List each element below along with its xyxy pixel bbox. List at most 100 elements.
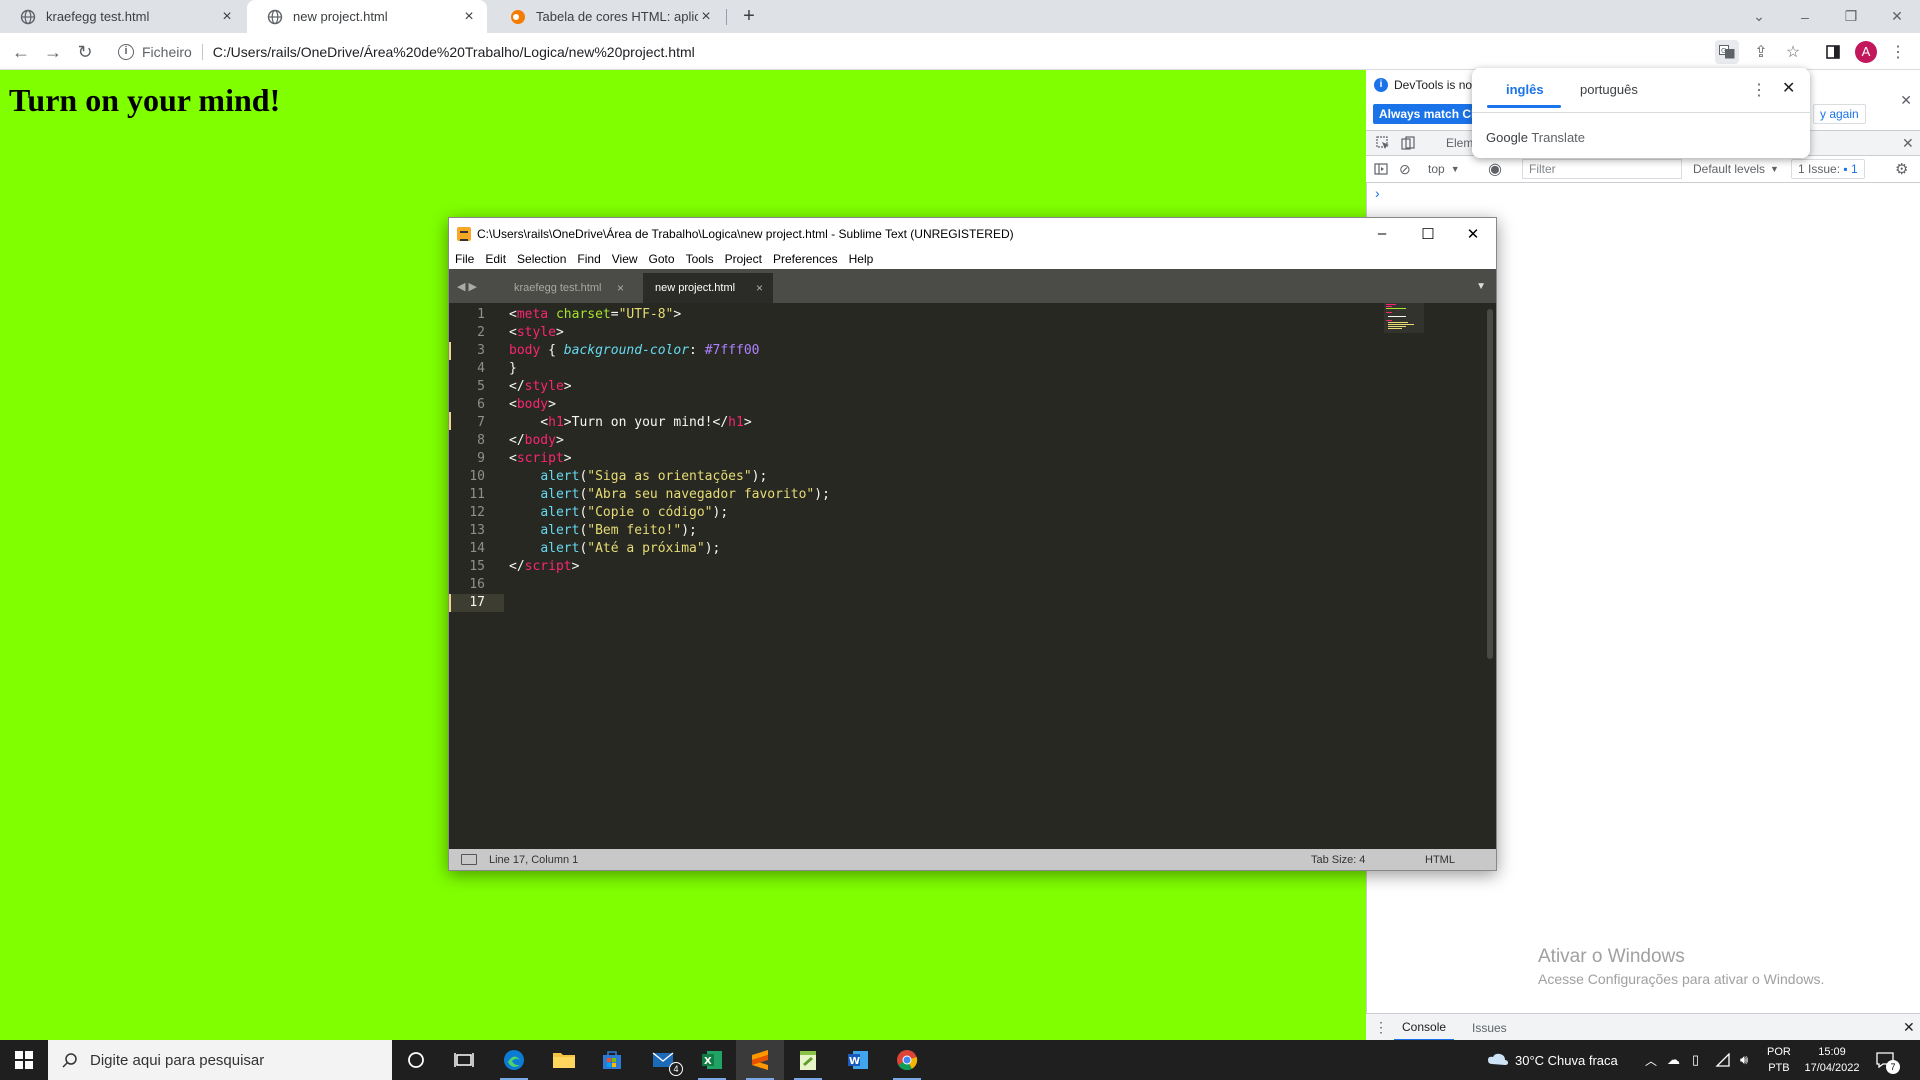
sidebar-toggle-icon[interactable] <box>1374 156 1388 182</box>
console-prompt[interactable]: › <box>1375 185 1380 201</box>
new-tab-plus-icon[interactable]: + <box>738 6 760 28</box>
notification-center-icon[interactable]: 7 <box>1876 1040 1900 1080</box>
minimize-icon[interactable]: – <box>1359 218 1405 249</box>
console-toggle-icon[interactable] <box>461 854 477 865</box>
close-icon[interactable]: × <box>617 281 624 295</box>
menu-selection[interactable]: Selection <box>517 252 566 266</box>
maximize-icon[interactable]: ☐ <box>1405 218 1451 249</box>
mail-icon[interactable]: 4 <box>640 1040 688 1080</box>
more-menu-icon[interactable]: ⋮ <box>1886 40 1910 64</box>
more-vertical-icon[interactable]: ⋮ <box>1751 80 1767 100</box>
code-line[interactable]: <meta charset="UTF-8"> <box>509 306 681 324</box>
menu-preferences[interactable]: Preferences <box>773 252 838 266</box>
drawer-tab-issues[interactable]: Issues <box>1464 1014 1515 1041</box>
code-line[interactable]: body { background-color: #7fff00 <box>509 342 759 360</box>
windows-start-icon[interactable] <box>0 1040 48 1080</box>
edge-icon[interactable] <box>490 1040 538 1080</box>
menu-project[interactable]: Project <box>725 252 762 266</box>
volume-icon[interactable]: 🔊︎ <box>1740 1040 1748 1080</box>
chevron-up-icon[interactable]: ︿ <box>1645 1040 1657 1080</box>
code-line[interactable]: <h1>Turn on your mind!</h1> <box>509 414 751 432</box>
console-filter-input[interactable]: Filter <box>1522 159 1682 179</box>
close-icon[interactable]: × <box>698 8 714 25</box>
close-icon[interactable]: × <box>219 8 235 25</box>
reload-icon[interactable]: ↻ <box>72 39 98 65</box>
close-icon[interactable]: × <box>756 281 763 295</box>
word-icon[interactable]: W <box>834 1040 882 1080</box>
menu-goto[interactable]: Goto <box>649 252 675 266</box>
share-icon[interactable]: ⇪ <box>1749 40 1773 64</box>
close-icon[interactable]: ✕ <box>1903 1014 1915 1041</box>
always-match-button[interactable]: Always match Ch <box>1373 104 1473 124</box>
address-bar[interactable]: i Ficheiro C:/Users/rails/OneDrive/Área%… <box>110 37 1730 66</box>
clear-console-icon[interactable]: ⊘ <box>1399 156 1411 182</box>
vertical-scrollbar[interactable] <box>1487 309 1493 659</box>
chrome-icon[interactable] <box>883 1040 931 1080</box>
gear-icon[interactable]: ⚙ <box>1895 156 1908 182</box>
dont-show-again-button[interactable]: y again <box>1813 104 1866 124</box>
syntax-indicator[interactable]: HTML <box>1425 854 1455 866</box>
menu-find[interactable]: Find <box>577 252 600 266</box>
more-vertical-icon[interactable]: ⋮ <box>1374 1014 1388 1041</box>
wifi-icon[interactable] <box>1715 1040 1731 1080</box>
store-icon[interactable] <box>588 1040 636 1080</box>
bookmark-star-icon[interactable]: ☆ <box>1781 40 1805 64</box>
issues-counter-button[interactable]: 1 Issue: ▪ 1 <box>1791 159 1865 179</box>
menu-edit[interactable]: Edit <box>485 252 506 266</box>
code-line[interactable]: alert("Até a próxima"); <box>509 540 720 558</box>
weather-widget[interactable]: 30°C Chuva fraca <box>1487 1040 1618 1080</box>
browser-tab-kraefegg[interactable]: kraefegg test.html × <box>0 0 245 33</box>
sublime-text-taskbar-icon[interactable] <box>736 1040 784 1080</box>
tab-search-chevron-icon[interactable]: ⌄ <box>1736 0 1782 33</box>
menu-view[interactable]: View <box>612 252 638 266</box>
file-explorer-icon[interactable] <box>540 1040 588 1080</box>
cortana-icon[interactable] <box>392 1040 440 1080</box>
editor-tab-new-project[interactable]: new project.html × <box>643 273 773 303</box>
lang-tab-target[interactable]: português <box>1580 82 1638 97</box>
back-arrow-icon[interactable]: ← <box>8 39 34 65</box>
close-icon[interactable]: ✕ <box>1902 131 1914 155</box>
device-toolbar-icon[interactable] <box>1401 131 1415 155</box>
minimap[interactable] <box>1384 303 1424 333</box>
code-line[interactable]: alert("Siga as orientações"); <box>509 468 767 486</box>
translate-icon[interactable]: G <box>1715 40 1739 64</box>
code-line[interactable]: </style> <box>509 378 572 396</box>
code-line[interactable]: alert("Copie o código"); <box>509 504 728 522</box>
notepad-plus-icon[interactable] <box>784 1040 832 1080</box>
code-line[interactable]: } <box>509 360 517 378</box>
forward-arrow-icon[interactable]: → <box>40 39 66 65</box>
browser-tab-new-project[interactable]: new project.html × <box>247 0 487 33</box>
address-url[interactable]: C:/Users/rails/OneDrive/Área%20de%20Trab… <box>213 44 695 60</box>
context-selector[interactable]: top ▼ <box>1428 156 1460 182</box>
code-editor[interactable]: 1 2 3 4 5 6 7 8 9 10 11 12 13 14 15 16 1… <box>449 303 1496 849</box>
code-line[interactable]: </body> <box>509 432 564 450</box>
lang-tab-source[interactable]: inglês <box>1506 82 1544 97</box>
drawer-tab-console[interactable]: Console <box>1394 1014 1455 1041</box>
menu-tools[interactable]: Tools <box>686 252 714 266</box>
profile-avatar[interactable]: A <box>1855 41 1877 63</box>
onedrive-icon[interactable]: ☁ <box>1667 1040 1680 1080</box>
tab-list-dropdown-icon[interactable]: ▼ <box>1476 281 1486 292</box>
browser-tab-tabela-cores[interactable]: Tabela de cores HTML: aplicando × <box>490 0 724 33</box>
menu-file[interactable]: File <box>455 252 474 266</box>
menu-help[interactable]: Help <box>849 252 874 266</box>
network-device-icon[interactable]: ▯ <box>1692 1040 1699 1080</box>
code-line[interactable]: <style> <box>509 324 564 342</box>
log-levels-dropdown[interactable]: Default levels ▼ <box>1693 156 1779 182</box>
excel-icon[interactable]: X <box>688 1040 736 1080</box>
code-line[interactable]: </script> <box>509 558 579 576</box>
minimize-icon[interactable]: – <box>1782 0 1828 33</box>
clock[interactable]: 15:09 17/04/2022 <box>1800 1040 1864 1080</box>
tab-size-indicator[interactable]: Tab Size: 4 <box>1311 854 1365 866</box>
close-icon[interactable]: × <box>461 8 477 25</box>
restore-icon[interactable]: ❐ <box>1828 0 1874 33</box>
eye-icon[interactable]: ◉ <box>1488 156 1502 182</box>
tab-nav-arrows-icon[interactable]: ◀▶ <box>457 280 480 293</box>
devtools-tab-elements[interactable]: Elem <box>1446 131 1473 155</box>
code-line[interactable]: alert("Bem feito!"); <box>509 522 697 540</box>
inspect-element-icon[interactable] <box>1376 131 1390 155</box>
code-line[interactable]: <script> <box>509 450 572 468</box>
side-panel-icon[interactable] <box>1821 40 1845 64</box>
close-window-icon[interactable]: ✕ <box>1450 218 1496 249</box>
editor-tab-kraefegg[interactable]: kraefegg test.html × <box>502 273 634 303</box>
